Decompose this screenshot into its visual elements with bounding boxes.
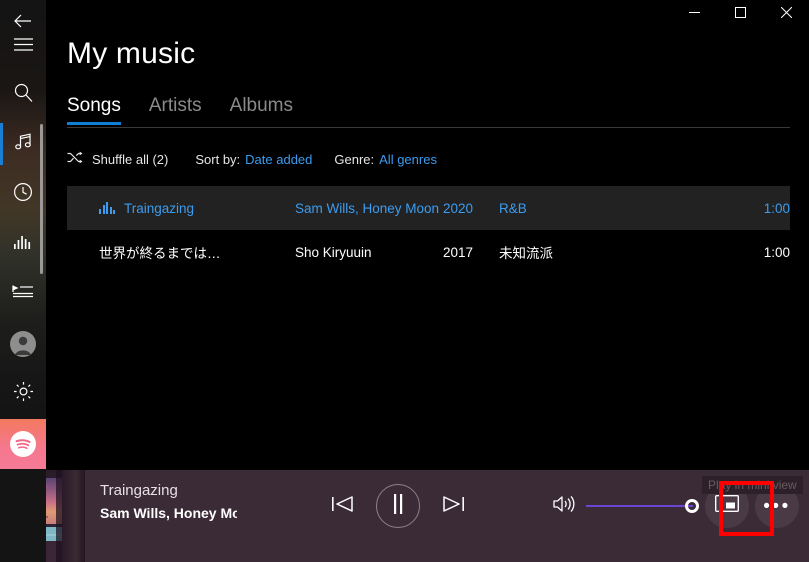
tab-divider xyxy=(67,127,790,128)
volume-thumb[interactable] xyxy=(685,499,699,513)
song-artist: Sho Kiryuuin xyxy=(295,244,372,260)
sort-by-label: Sort by: xyxy=(195,151,241,167)
sort-by-value[interactable]: Date added xyxy=(245,152,312,167)
sidebar-item-search[interactable] xyxy=(0,72,46,118)
volume-icon xyxy=(552,495,576,518)
tab-songs[interactable]: Songs xyxy=(67,95,121,125)
now-playing-artist: Sam Wills, Honey Moon xyxy=(100,505,237,521)
now-playing-equalizer-icon xyxy=(99,202,115,214)
next-track-button[interactable] xyxy=(440,493,466,520)
page-title: My music xyxy=(67,37,196,70)
clock-icon xyxy=(13,182,33,207)
mini-view-tooltip: Play in mini view xyxy=(702,476,803,494)
gear-icon xyxy=(13,381,34,407)
music-note-icon xyxy=(14,132,33,156)
genre-value[interactable]: All genres xyxy=(379,152,437,167)
minimize-button[interactable] xyxy=(671,0,717,24)
genre-label: Genre: xyxy=(334,151,375,167)
now-playing-title: Traingazing xyxy=(100,482,178,499)
playback-controls xyxy=(330,484,466,528)
song-title-cell: 世界が終るまでは… xyxy=(67,242,295,262)
table-row[interactable]: Traingazing Sam Wills, Honey Moon 2020 R… xyxy=(67,186,790,230)
song-year: 2017 xyxy=(443,244,474,260)
song-duration: 1:00 xyxy=(763,244,790,260)
volume-button[interactable] xyxy=(552,494,576,519)
volume-slider[interactable] xyxy=(586,499,699,513)
sidebar xyxy=(0,0,46,562)
playlist-icon xyxy=(12,284,34,304)
song-year: 2020 xyxy=(443,200,474,216)
tab-bar: Songs Artists Albums xyxy=(67,95,293,125)
genre-control: Genre: All genres xyxy=(334,152,437,167)
hamburger-menu-icon xyxy=(13,38,33,56)
tab-artists[interactable]: Artists xyxy=(149,95,202,125)
search-icon xyxy=(14,83,33,107)
previous-track-button[interactable] xyxy=(330,493,356,520)
filter-bar: Shuffle all (2) Sort by: Date added Genr… xyxy=(67,151,459,167)
sidebar-item-playlists[interactable] xyxy=(0,271,46,317)
song-genre: R&B xyxy=(499,200,527,216)
next-track-icon xyxy=(440,493,466,520)
close-button[interactable] xyxy=(763,0,809,24)
mini-view-icon xyxy=(714,494,740,517)
sort-by-control: Sort by: Date added xyxy=(195,152,312,167)
title-bar xyxy=(46,0,809,32)
sidebar-item-account[interactable] xyxy=(0,323,46,369)
spotify-tile-button[interactable] xyxy=(0,419,46,469)
app-window: My music Songs Artists Albums Shuffle al xyxy=(0,0,809,562)
player-bar: Traingazing Sam Wills, Honey Moon xyxy=(0,470,809,562)
shuffle-all-label: Shuffle all (2) xyxy=(92,151,169,167)
song-artist: Sam Wills, Honey Moon xyxy=(295,200,440,216)
sidebar-scrollbar[interactable] xyxy=(40,124,43,274)
nav-menu-button[interactable] xyxy=(0,24,46,70)
maximize-button[interactable] xyxy=(717,0,763,24)
pause-icon xyxy=(390,493,406,519)
song-title: 世界が終るまでは… xyxy=(99,246,221,261)
shuffle-icon xyxy=(67,151,83,167)
equalizer-icon xyxy=(13,234,33,254)
play-pause-button[interactable] xyxy=(376,484,420,528)
song-title-cell: Traingazing xyxy=(67,201,295,216)
song-title: Traingazing xyxy=(124,200,195,216)
previous-track-icon xyxy=(330,493,356,520)
song-list: Traingazing Sam Wills, Honey Moon 2020 R… xyxy=(67,186,790,274)
shuffle-all-button[interactable]: Shuffle all (2) xyxy=(67,151,168,167)
song-duration: 1:00 xyxy=(763,200,790,216)
tab-albums[interactable]: Albums xyxy=(230,95,293,125)
more-options-icon: ••• xyxy=(763,495,791,517)
table-row[interactable]: 世界が終るまでは… Sho Kiryuuin 2017 未知流派 1:00 xyxy=(67,230,790,274)
main-content: My music Songs Artists Albums Shuffle al xyxy=(46,0,809,470)
sidebar-item-settings[interactable] xyxy=(0,371,46,417)
user-avatar-icon xyxy=(10,330,36,362)
spotify-icon xyxy=(10,431,36,457)
song-genre: 未知流派 xyxy=(499,246,553,261)
